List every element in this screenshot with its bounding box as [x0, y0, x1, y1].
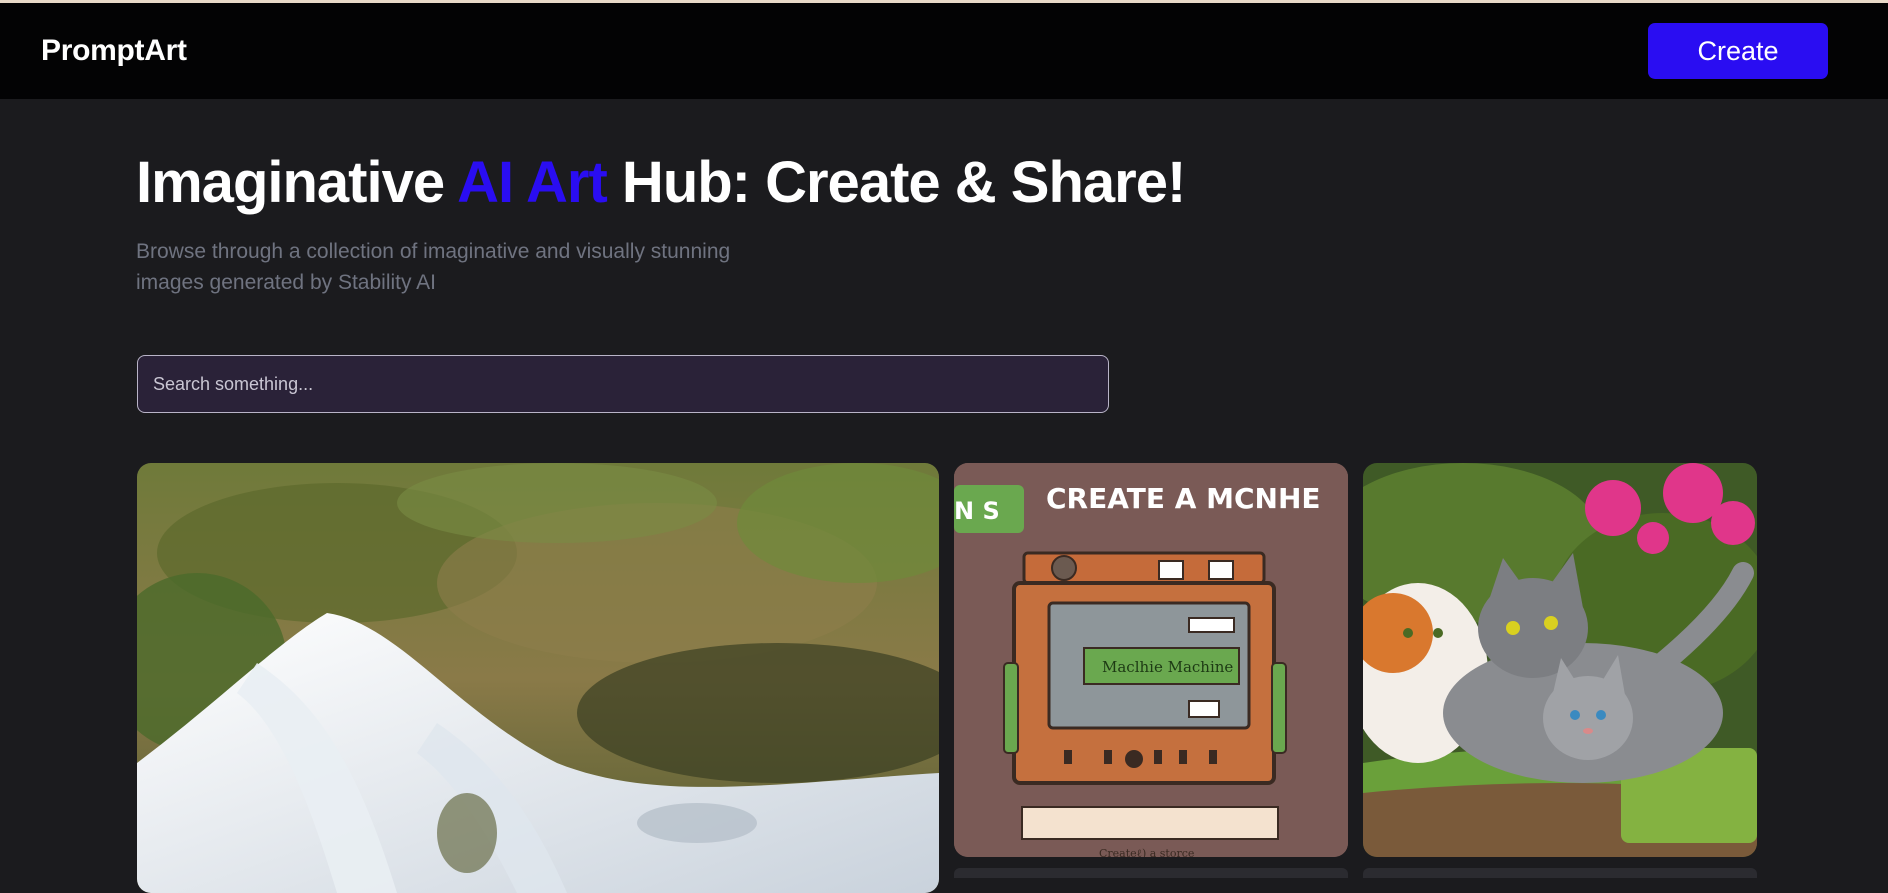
title-part-1: Imaginative — [136, 150, 458, 215]
gallery-card-machine[interactable]: N S CREATE A MCNHE Maclhie Machine Creat… — [954, 463, 1348, 857]
machine-heading: CREATE A MCNHE — [1046, 482, 1321, 515]
machine-tag: N S — [954, 497, 1000, 525]
page-subtitle: Browse through a collection of imaginati… — [136, 240, 731, 294]
search-input[interactable] — [153, 373, 1093, 395]
page-title: Imaginative AI Art Hub: Create & Share! — [136, 148, 1186, 218]
gallery-card-cats[interactable] — [1363, 463, 1757, 857]
gallery-card-waterfall[interactable] — [137, 463, 939, 893]
machine-image: N S CREATE A MCNHE Maclhie Machine Creat… — [954, 463, 1348, 857]
title-accent: AI Art — [457, 150, 608, 215]
logo[interactable]: PromptArt — [41, 34, 187, 68]
cats-image — [1363, 463, 1757, 857]
create-button[interactable]: Create — [1648, 23, 1828, 79]
machine-screen-label: Maclhie Machine — [1102, 658, 1233, 676]
gallery-row-2-peek — [1363, 868, 1757, 878]
gallery-row-2-peek — [954, 868, 1348, 878]
search-box — [137, 355, 1109, 413]
waterfall-image — [137, 463, 939, 893]
hero-section: Imaginative AI Art Hub: Create & Share! … — [136, 148, 1186, 298]
machine-caption: Createℓ) a storce — [1099, 847, 1194, 857]
navbar: PromptArt Create — [0, 3, 1888, 99]
title-part-2: Hub: Create & Share! — [606, 150, 1186, 215]
